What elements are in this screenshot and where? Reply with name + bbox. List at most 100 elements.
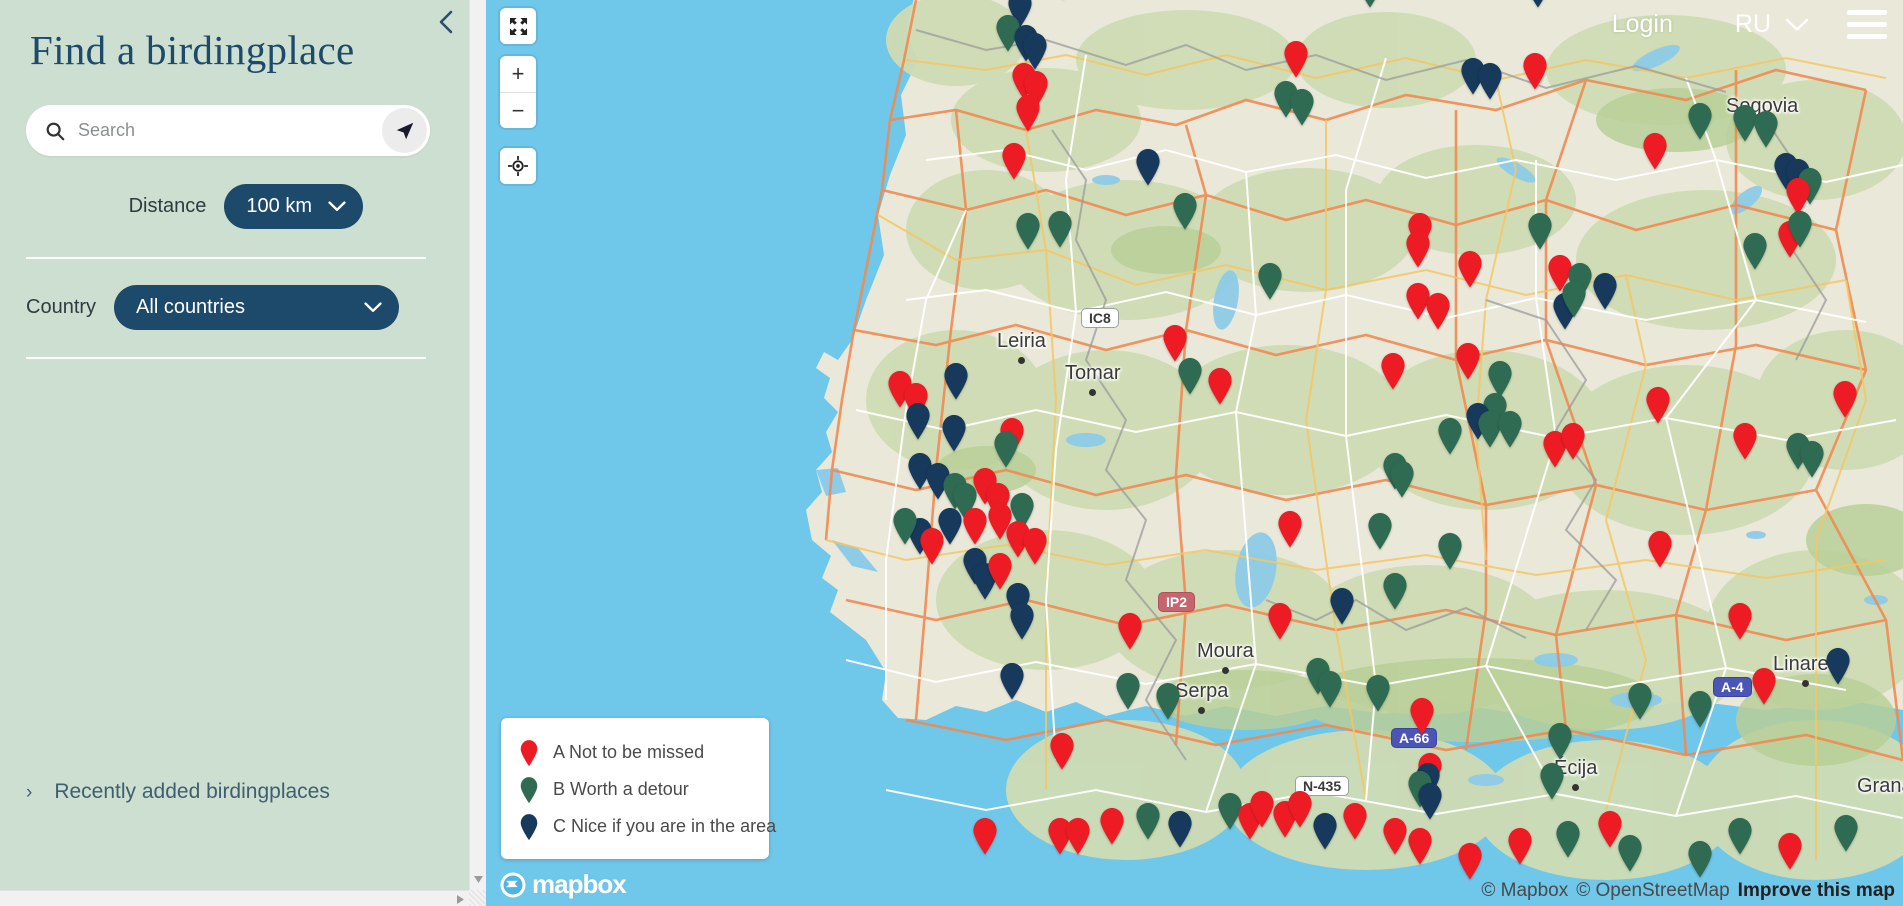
mapbox-logo[interactable]: mapbox — [500, 869, 627, 900]
birdingplace-pin-a[interactable] — [1646, 530, 1674, 568]
birdingplace-pin-a[interactable] — [1064, 817, 1092, 855]
birdingplace-pin-b[interactable] — [1171, 192, 1199, 230]
birdingplace-pin-a[interactable] — [1116, 612, 1144, 650]
birdingplace-pin-a[interactable] — [1000, 142, 1028, 180]
birdingplace-pin-b[interactable] — [1436, 532, 1464, 570]
openstreetmap-attribution-link[interactable]: © OpenStreetMap — [1576, 880, 1729, 902]
birdingplace-pin-b[interactable] — [1046, 210, 1074, 248]
country-select[interactable]: All countries — [114, 285, 400, 331]
birdingplace-pin-a[interactable] — [1456, 250, 1484, 288]
birdingplace-pin-b[interactable] — [1798, 440, 1826, 478]
birdingplace-pin-a[interactable] — [1048, 732, 1076, 770]
birdingplace-pin-a[interactable] — [1506, 827, 1534, 865]
geolocate-control[interactable] — [500, 148, 536, 184]
birdingplace-pin-b[interactable] — [1726, 817, 1754, 855]
map[interactable]: Segovia Leiria Tomar Moura Serpa Écija Linares… — [486, 0, 1903, 906]
birdingplace-pin-a[interactable] — [1454, 342, 1482, 380]
birdingplace-pin-b[interactable] — [1741, 232, 1769, 270]
zoom-in-button[interactable]: + — [500, 56, 536, 92]
birdingplace-pin-b[interactable] — [1154, 682, 1182, 720]
login-link[interactable]: Login — [1612, 10, 1673, 39]
birdingplace-pin-b[interactable] — [1686, 690, 1714, 728]
birdingplace-pin-b[interactable] — [1316, 670, 1344, 708]
birdingplace-pin-b[interactable] — [1176, 357, 1204, 395]
hamburger-menu-icon[interactable] — [1847, 9, 1887, 39]
fullscreen-control[interactable] — [500, 8, 536, 44]
birdingplace-pin-a[interactable] — [1282, 40, 1310, 78]
birdingplace-pin-b[interactable] — [1546, 722, 1574, 760]
birdingplace-pin-a[interactable] — [1098, 807, 1126, 845]
birdingplace-pin-a[interactable] — [1408, 697, 1436, 735]
birdingplace-pin-a[interactable] — [1014, 94, 1042, 132]
birdingplace-pin-a[interactable] — [1206, 367, 1234, 405]
zoom-out-button[interactable]: − — [500, 92, 536, 128]
birdingplace-pin-b[interactable] — [1381, 572, 1409, 610]
birdingplace-pin-a[interactable] — [1644, 386, 1672, 424]
birdingplace-pin-a[interactable] — [1521, 52, 1549, 90]
search-box[interactable] — [26, 105, 430, 157]
birdingplace-pin-b[interactable] — [1366, 512, 1394, 550]
sidebar-horizontal-scrollbar[interactable] — [0, 890, 486, 906]
birdingplace-pin-c[interactable] — [904, 402, 932, 440]
birdingplace-pin-c[interactable] — [1328, 587, 1356, 625]
birdingplace-pin-c[interactable] — [1311, 812, 1339, 850]
birdingplace-pin-a[interactable] — [1776, 832, 1804, 870]
birdingplace-pin-a[interactable] — [1379, 352, 1407, 390]
birdingplace-pin-b[interactable] — [1014, 212, 1042, 250]
birdingplace-pin-b[interactable] — [891, 507, 919, 545]
birdingplace-pin-b[interactable] — [1560, 280, 1588, 318]
language-selector[interactable]: RU — [1735, 10, 1809, 39]
birdingplace-pin-c[interactable] — [998, 662, 1026, 700]
birdingplace-pin-a[interactable] — [1266, 602, 1294, 640]
birdingplace-pin-c[interactable] — [1416, 782, 1444, 820]
birdingplace-pin-b[interactable] — [1786, 210, 1814, 248]
birdingplace-pin-b[interactable] — [1436, 417, 1464, 455]
birdingplace-pin-b[interactable] — [1686, 102, 1714, 140]
birdingplace-pin-b[interactable] — [1554, 820, 1582, 858]
birdingplace-pin-c[interactable] — [1524, 0, 1552, 8]
birdingplace-pin-a[interactable] — [1276, 510, 1304, 548]
birdingplace-pin-b[interactable] — [1256, 262, 1284, 300]
birdingplace-pin-c[interactable] — [1166, 810, 1194, 848]
birdingplace-pin-a[interactable] — [1021, 527, 1049, 565]
birdingplace-pin-b[interactable] — [1114, 672, 1142, 710]
birdingplace-pin-c[interactable] — [940, 414, 968, 452]
birdingplace-pin-b[interactable] — [1832, 814, 1860, 852]
birdingplace-pin-c[interactable] — [942, 362, 970, 400]
birdingplace-pin-c[interactable] — [1008, 602, 1036, 640]
birdingplace-pin-b[interactable] — [1388, 460, 1416, 498]
zoom-control[interactable]: + − — [500, 56, 536, 128]
birdingplace-pin-b[interactable] — [1752, 110, 1780, 148]
scroll-right-arrow-icon[interactable] — [452, 891, 468, 906]
birdingplace-pin-b[interactable] — [1616, 834, 1644, 872]
birdingplace-pin-b[interactable] — [1496, 410, 1524, 448]
birdingplace-pin-a[interactable] — [1404, 230, 1432, 268]
birdingplace-pin-a[interactable] — [1286, 790, 1314, 828]
birdingplace-pin-a[interactable] — [1406, 827, 1434, 865]
birdingplace-pin-a[interactable] — [918, 527, 946, 565]
birdingplace-pin-a[interactable] — [1750, 667, 1778, 705]
birdingplace-pin-a[interactable] — [1726, 602, 1754, 640]
birdingplace-pin-a[interactable] — [1424, 292, 1452, 330]
birdingplace-pin-b[interactable] — [1288, 88, 1316, 126]
birdingplace-pin-b[interactable] — [1526, 212, 1554, 250]
search-input[interactable] — [78, 110, 378, 151]
birdingplace-pin-c[interactable] — [1134, 148, 1162, 186]
fullscreen-icon[interactable] — [500, 8, 536, 44]
navigation-arrow-icon[interactable] — [382, 108, 427, 154]
birdingplace-pin-c[interactable] — [1476, 62, 1504, 100]
distance-select[interactable]: 100 km — [224, 184, 363, 230]
sidebar-vertical-scrollbar[interactable] — [469, 0, 486, 890]
birdingplace-pin-b[interactable] — [1356, 0, 1384, 8]
birdingplace-pin-b[interactable] — [992, 430, 1020, 468]
mapbox-attribution-link[interactable]: © Mapbox — [1481, 880, 1568, 902]
birdingplace-pin-b[interactable] — [1626, 682, 1654, 720]
birdingplace-pin-a[interactable] — [1559, 422, 1587, 460]
geolocate-icon[interactable] — [500, 148, 536, 184]
scroll-down-arrow-icon[interactable] — [470, 871, 487, 888]
birdingplace-pin-a[interactable] — [961, 507, 989, 545]
birdingplace-pin-b[interactable] — [1134, 802, 1162, 840]
birdingplace-pin-c[interactable] — [1824, 647, 1852, 685]
birdingplace-pin-a[interactable] — [1641, 132, 1669, 170]
birdingplace-pin-a[interactable] — [1341, 802, 1369, 840]
